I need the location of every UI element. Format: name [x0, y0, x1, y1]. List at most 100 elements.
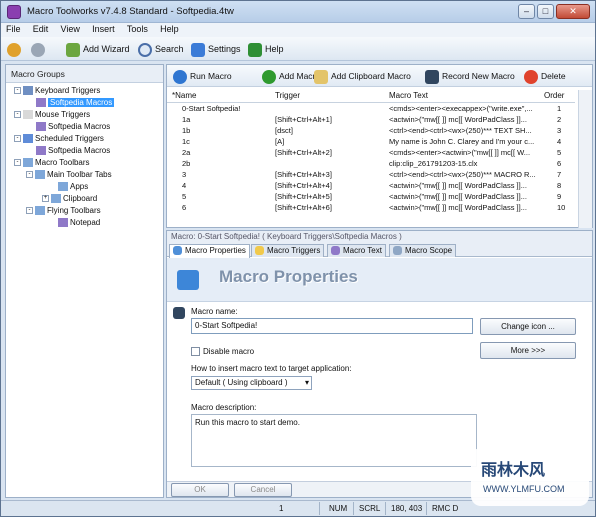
macro-group-icon	[36, 122, 46, 132]
grid-vertical-scrollbar[interactable]	[578, 90, 592, 228]
clipboard-icon	[314, 69, 328, 84]
col-name-header[interactable]: *Name	[172, 91, 196, 100]
record-new-macro-button[interactable]: Record New Macro	[425, 69, 515, 84]
settings-button[interactable]: Settings	[191, 41, 241, 57]
row-trigger: [Shift+Ctrl+Alt+2]	[275, 148, 332, 157]
forward-button[interactable]	[31, 41, 48, 57]
tab-macro-text[interactable]: Macro Text	[327, 244, 386, 257]
table-row[interactable]: 5 [Shift+Ctrl+Alt+5] <actwin>("mw[[ ]] mc[…	[167, 191, 575, 202]
minimize-button[interactable]: –	[518, 4, 535, 19]
watermark-url: WWW.YLMFU.COM	[483, 484, 565, 494]
insert-method-value: Default ( Using clipboard )	[195, 378, 288, 387]
tree-item-keyboard-triggers[interactable]: - Keyboard Triggers	[14, 85, 100, 97]
table-row[interactable]: 2b clip:clip_261791203-15.clx 6	[167, 158, 575, 169]
macro-group-icon	[36, 98, 46, 108]
collapse-icon[interactable]: -	[26, 207, 33, 215]
tab-macro-triggers[interactable]: Macro Triggers	[251, 244, 325, 257]
trigger-icon	[255, 246, 264, 256]
collapse-icon[interactable]: -	[26, 171, 33, 179]
table-row[interactable]: 4 [Shift+Ctrl+Alt+4] <actwin>("mw[[ ]] mc[…	[167, 180, 575, 191]
tree-item-macro-toolbars[interactable]: - Macro Toolbars	[14, 157, 90, 169]
maximize-button[interactable]: □	[537, 4, 554, 19]
properties-tabs: Macro Properties Macro Triggers Macro Te…	[167, 243, 592, 258]
delete-button[interactable]: Delete	[524, 69, 566, 84]
titlebar: Macro Toolworks v7.4.8 Standard - Softpe…	[1, 1, 595, 23]
more-button[interactable]: More >>>	[480, 342, 576, 359]
text-icon	[331, 246, 340, 256]
tree-item-clipboard[interactable]: + Clipboard	[42, 193, 97, 205]
disable-macro-checkbox[interactable]	[191, 347, 200, 356]
macro-list-panel: Run Macro Add Macro Add Clipboard Macro …	[166, 64, 593, 228]
cancel-button[interactable]: Cancel	[234, 483, 292, 497]
change-icon-button[interactable]: Change icon ...	[480, 318, 576, 335]
table-row[interactable]: 0-Start Softpedia! <cmds><enter><execappe…	[167, 103, 575, 114]
add-clipboard-macro-button[interactable]: Add Clipboard Macro	[314, 69, 411, 84]
table-row[interactable]: 1a [Shift+Ctrl+Alt+1] <actwin>("mw[[ ]] mc…	[167, 114, 575, 125]
row-name: 5	[182, 192, 187, 201]
col-macro-text-header[interactable]: Macro Text	[389, 91, 428, 100]
ok-button[interactable]: OK	[171, 483, 229, 497]
tree-item-flying-toolbars[interactable]: - Flying Toolbars	[26, 205, 101, 217]
collapse-icon[interactable]: -	[14, 159, 21, 167]
tree-item-softpedia-macros-scheduled[interactable]: Softpedia Macros	[36, 145, 110, 157]
macro-groups-panel: Macro Groups - Keyboard Triggers Softpedi…	[5, 64, 164, 498]
tab-macro-scope[interactable]: Macro Scope	[389, 244, 457, 257]
macro-groups-header: Macro Groups	[6, 65, 163, 83]
menu-edit[interactable]: Edit	[28, 23, 54, 35]
table-row[interactable]: 2a [Shift+Ctrl+Alt+2] <cmds><enter><actwin…	[167, 147, 575, 158]
table-row[interactable]: 1c [A] My name is John C. Clarey and I'm y…	[167, 136, 575, 147]
expand-icon[interactable]: +	[42, 195, 49, 203]
main-toolbar: Add Wizard Search Settings Help	[1, 37, 595, 61]
keyboard-icon	[23, 86, 33, 96]
tree-item-softpedia-macros-keyboard[interactable]: Softpedia Macros	[36, 97, 115, 109]
menu-insert[interactable]: Insert	[87, 23, 120, 35]
row-order: 7	[557, 170, 562, 179]
tab-macro-properties[interactable]: Macro Properties	[169, 244, 250, 258]
run-macro-button[interactable]: Run Macro	[173, 69, 232, 84]
collapse-icon[interactable]: -	[14, 87, 21, 95]
help-button[interactable]: Help	[248, 41, 284, 57]
tree-item-apps[interactable]: Apps	[58, 181, 88, 193]
table-row[interactable]: 1b [dsct] <ctrl><end><ctrl><wx>(250)*** TE…	[167, 125, 575, 136]
row-text: My name is John C. Clarey and I'm your c…	[389, 137, 535, 146]
tree-item-notepad[interactable]: Notepad	[58, 217, 100, 229]
collapse-icon[interactable]: -	[14, 135, 21, 143]
add-macro-button[interactable]: Add Macro	[262, 69, 320, 84]
macro-grid-header: *Name Trigger Macro Text Order	[167, 90, 575, 103]
insert-method-label: How to insert macro text to target appli…	[191, 364, 352, 373]
macro-name-input[interactable]: 0-Start Softpedia!	[191, 318, 473, 334]
disable-macro-label[interactable]: Disable macro	[203, 347, 254, 356]
folder-icon	[58, 182, 68, 192]
search-button[interactable]: Search	[138, 41, 184, 57]
tools-icon	[191, 42, 205, 57]
tree-item-mouse-triggers[interactable]: - Mouse Triggers	[14, 109, 90, 121]
macro-icon[interactable]	[173, 307, 185, 319]
window-title: Macro Toolworks v7.4.8 Standard - Softpe…	[27, 6, 234, 17]
close-button[interactable]: ✕	[556, 4, 590, 19]
col-order-header[interactable]: Order	[544, 91, 564, 100]
tree-item-softpedia-macros-mouse[interactable]: Softpedia Macros	[36, 121, 110, 133]
menu-file[interactable]: File	[1, 23, 26, 35]
row-order: 8	[557, 181, 562, 190]
wizard-icon	[66, 42, 80, 57]
menu-help[interactable]: Help	[155, 23, 184, 35]
macro-group-icon	[58, 218, 68, 228]
status-separator	[353, 502, 354, 515]
table-row[interactable]: 3 [Shift+Ctrl+Alt+3] <ctrl><end><ctrl><wx>…	[167, 169, 575, 180]
description-label: Macro description:	[191, 403, 257, 412]
col-trigger-header[interactable]: Trigger	[275, 91, 300, 100]
row-text: <ctrl><end><ctrl><wx>(250)*** TEXT SH...	[389, 126, 532, 135]
collapse-icon[interactable]: -	[14, 111, 21, 119]
insert-method-select[interactable]: Default ( Using clipboard ) ▾	[191, 376, 312, 390]
add-wizard-button[interactable]: Add Wizard	[66, 41, 130, 57]
row-text: <actwin>("mw[[ ]] mc[[ WordPadClass ]]..…	[389, 115, 527, 124]
table-row[interactable]: 6 [Shift+Ctrl+Alt+6] <actwin>("mw[[ ]] mc[…	[167, 202, 575, 213]
tree-item-scheduled-triggers[interactable]: - Scheduled Triggers	[14, 133, 104, 145]
record-icon	[425, 69, 439, 84]
tree-item-main-toolbar-tabs[interactable]: - Main Toolbar Tabs	[26, 169, 112, 181]
menu-view[interactable]: View	[56, 23, 85, 35]
row-text: <actwin>("mw[[ ]] mc[[ WordPadClass ]]..…	[389, 203, 527, 212]
back-button[interactable]	[7, 41, 24, 57]
description-textarea[interactable]: Run this macro to start demo.	[191, 414, 477, 467]
menu-tools[interactable]: Tools	[122, 23, 153, 35]
